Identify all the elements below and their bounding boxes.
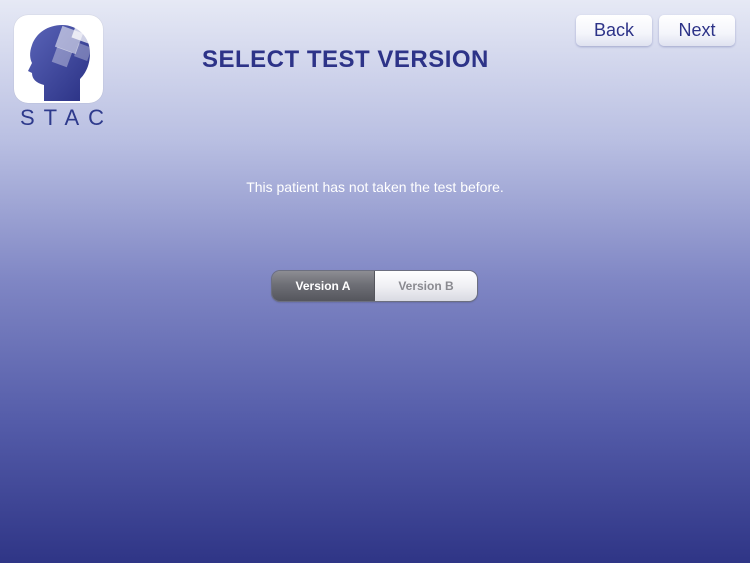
next-button[interactable]: Next bbox=[659, 15, 735, 46]
version-a-segment[interactable]: Version A bbox=[272, 271, 375, 301]
patient-status-message: This patient has not taken the test befo… bbox=[246, 179, 504, 195]
app-logo: STAC bbox=[14, 15, 104, 130]
page-title: SELECT TEST VERSION bbox=[202, 46, 489, 73]
back-button[interactable]: Back bbox=[576, 15, 652, 46]
brain-head-logo-icon bbox=[14, 15, 103, 103]
logo-text: STAC bbox=[20, 105, 114, 130]
version-segmented-control: Version A Version B bbox=[272, 271, 477, 301]
version-b-segment[interactable]: Version B bbox=[375, 271, 477, 301]
